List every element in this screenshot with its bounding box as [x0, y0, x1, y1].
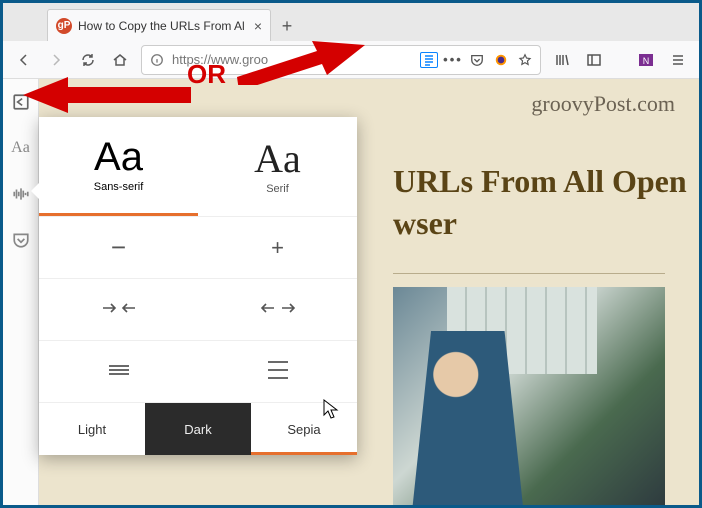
line-height-decrease[interactable]: [39, 341, 198, 402]
onenote-icon[interactable]: N: [631, 45, 661, 75]
font-label: Sans-serif: [94, 181, 144, 193]
hero-image: [393, 287, 665, 505]
pocket-save-icon[interactable]: [6, 225, 36, 255]
article-title: URLs From All Open: [393, 161, 687, 203]
font-sans-option[interactable]: Aa Sans-serif: [39, 117, 198, 216]
back-button[interactable]: [9, 45, 39, 75]
font-size-decrease[interactable]: −: [39, 217, 198, 278]
close-reader-icon[interactable]: [6, 87, 36, 117]
menu-button[interactable]: [663, 45, 693, 75]
forward-button[interactable]: [41, 45, 71, 75]
url-bar[interactable]: https://www.groo •••: [141, 45, 541, 75]
font-sample: Aa: [254, 139, 301, 179]
line-height-increase[interactable]: [198, 341, 357, 402]
font-sample: Aa: [94, 137, 143, 177]
reader-settings-panel: Aa Sans-serif Aa Serif − +: [39, 117, 357, 455]
article-title: wser: [393, 203, 457, 245]
site-brand: groovyPost.com: [531, 91, 675, 117]
browser-tab[interactable]: gP How to Copy the URLs From Al ×: [47, 9, 271, 41]
font-size-increase[interactable]: +: [198, 217, 357, 278]
toolbar: https://www.groo ••• N: [3, 41, 699, 79]
svg-text:N: N: [643, 56, 650, 66]
type-controls-icon[interactable]: Aa: [6, 133, 36, 163]
sidebar-button[interactable]: [579, 45, 609, 75]
font-label: Serif: [266, 183, 289, 195]
content-width-increase[interactable]: [198, 279, 357, 340]
page-actions-icon[interactable]: •••: [444, 51, 462, 69]
reader-sidebar: Aa: [3, 79, 39, 505]
firefox-icon[interactable]: [492, 51, 510, 69]
tab-title: How to Copy the URLs From Al: [78, 19, 248, 33]
pocket-icon[interactable]: [468, 51, 486, 69]
bookmark-star-icon[interactable]: [516, 51, 534, 69]
library-button[interactable]: [547, 45, 577, 75]
close-tab-icon[interactable]: ×: [254, 18, 262, 34]
theme-dark[interactable]: Dark: [145, 403, 251, 455]
new-tab-button[interactable]: +: [271, 11, 303, 41]
theme-light[interactable]: Light: [39, 403, 145, 455]
site-info-icon[interactable]: [148, 51, 166, 69]
home-button[interactable]: [105, 45, 135, 75]
content-width-decrease[interactable]: [39, 279, 198, 340]
url-text: https://www.groo: [172, 52, 414, 67]
reload-button[interactable]: [73, 45, 103, 75]
tab-strip: gP How to Copy the URLs From Al × +: [3, 3, 699, 41]
divider: [393, 273, 665, 274]
theme-sepia[interactable]: Sepia: [251, 403, 357, 455]
tab-favicon: gP: [56, 18, 72, 34]
reader-view-icon[interactable]: [420, 52, 438, 68]
font-serif-option[interactable]: Aa Serif: [198, 117, 357, 216]
